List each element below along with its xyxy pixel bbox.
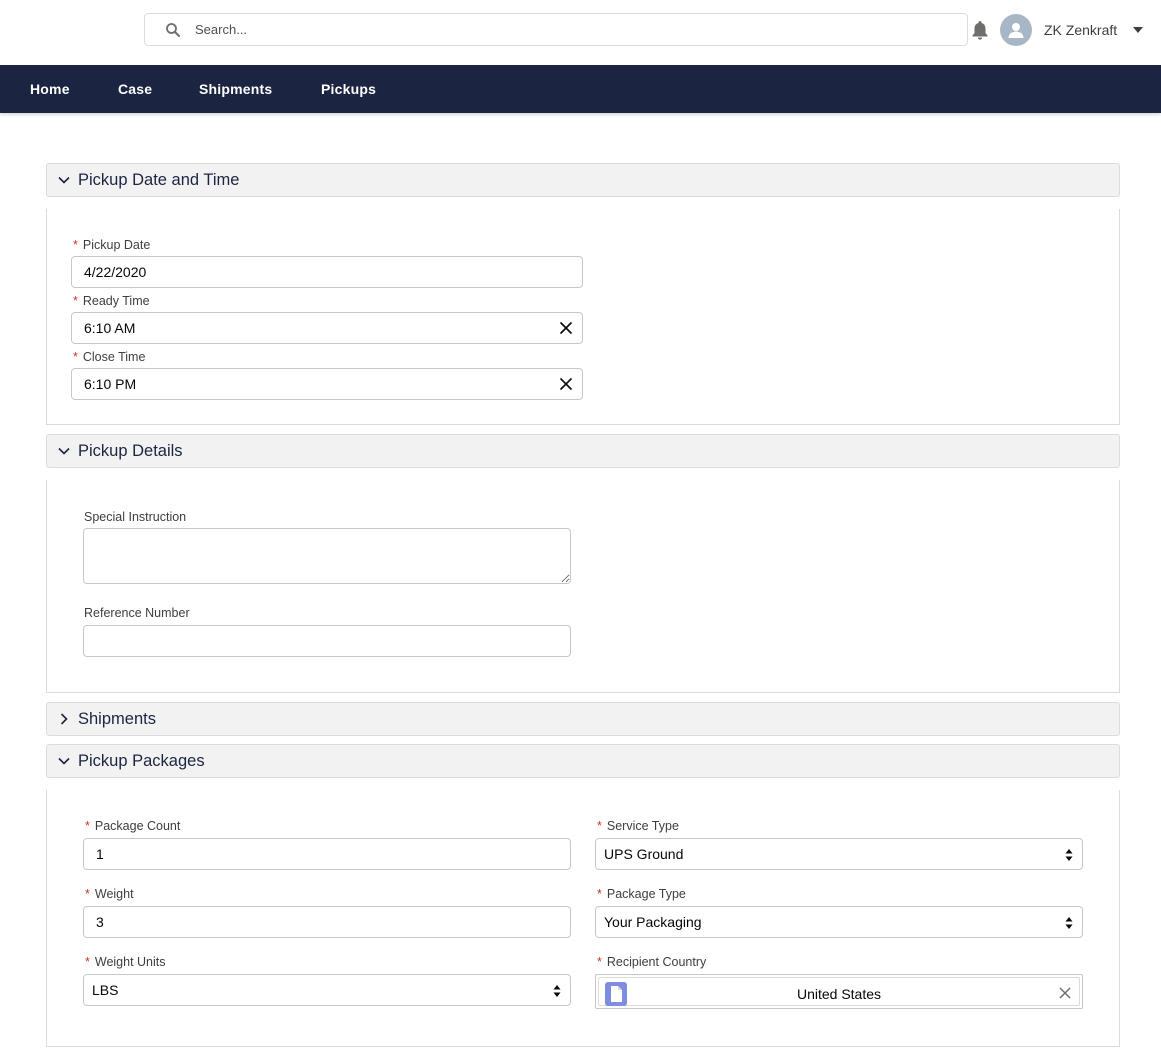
- nav-item-shipments[interactable]: Shipments: [199, 81, 272, 97]
- special-instruction-textarea[interactable]: [83, 528, 571, 584]
- required-marker: *: [85, 955, 90, 969]
- recipient-country-label: * Recipient Country: [597, 955, 706, 969]
- reference-number-input[interactable]: [83, 625, 571, 657]
- global-search-box[interactable]: [144, 13, 968, 46]
- section-header-pickup-packages[interactable]: Pickup Packages: [46, 744, 1120, 778]
- required-marker: *: [85, 819, 90, 833]
- section-body-pickup-date-time: * Pickup Date 4/22/2020 * Ready Time 6:10 …: [46, 209, 1120, 425]
- lookup-selected-pill[interactable]: United States: [598, 977, 1080, 1006]
- weight-units-value: LBS: [92, 982, 119, 998]
- package-count-input[interactable]: 1: [83, 838, 571, 870]
- required-marker: *: [597, 887, 602, 901]
- section-body-pickup-packages: * Package Count 1 * Weight 3 * Weight Units…: [46, 790, 1120, 1047]
- ready-time-label-text: Ready Time: [82, 294, 150, 308]
- package-count-label-text: Package Count: [94, 819, 181, 833]
- section-title: Pickup Packages: [78, 752, 205, 770]
- package-count-label: * Package Count: [85, 819, 180, 833]
- weight-label-text: Weight: [94, 887, 134, 901]
- close-time-input[interactable]: 6:10 PM: [71, 368, 583, 400]
- clear-ready-time-icon[interactable]: [559, 321, 573, 335]
- clear-close-time-icon[interactable]: [559, 377, 573, 391]
- package-count-value: 1: [96, 846, 104, 862]
- package-type-label: * Package Type: [597, 887, 686, 901]
- ready-time-value: 6:10 AM: [84, 320, 136, 336]
- chevron-down-icon: [58, 757, 70, 765]
- pickup-date-value: 4/22/2020: [84, 264, 147, 280]
- select-arrows-icon: [1065, 917, 1073, 929]
- required-marker: *: [597, 819, 602, 833]
- pickup-date-label-text: Pickup Date: [82, 238, 151, 252]
- weight-input[interactable]: 3: [83, 906, 571, 938]
- nav-item-case[interactable]: Case: [118, 81, 152, 97]
- pickup-date-label: * Pickup Date: [73, 238, 150, 252]
- notifications-bell-icon[interactable]: [969, 19, 991, 41]
- document-icon: [605, 982, 627, 1006]
- ready-time-label: * Ready Time: [73, 294, 150, 308]
- user-menu-chevron-down-icon[interactable]: [1133, 27, 1143, 33]
- user-name[interactable]: ZK Zenkraft: [1044, 22, 1117, 38]
- service-type-value: UPS Ground: [604, 846, 684, 862]
- section-header-pickup-date-time[interactable]: Pickup Date and Time: [46, 163, 1120, 197]
- special-instruction-label: Special Instruction: [84, 510, 187, 524]
- user-icon: [1008, 23, 1024, 38]
- nav-item-pickups[interactable]: Pickups: [321, 81, 376, 97]
- weight-label: * Weight: [85, 887, 134, 901]
- section-header-shipments[interactable]: Shipments: [46, 702, 1120, 736]
- remove-selection-close-icon[interactable]: [1059, 987, 1071, 999]
- chevron-down-icon: [58, 447, 70, 455]
- package-type-select[interactable]: Your Packaging: [595, 906, 1083, 938]
- ready-time-input[interactable]: 6:10 AM: [71, 312, 583, 344]
- recipient-country-value: United States: [796, 986, 882, 1002]
- nav-item-home[interactable]: Home: [30, 81, 70, 97]
- main-navigation-bar: Home Case Shipments Pickups: [0, 65, 1161, 113]
- weight-value: 3: [96, 914, 104, 930]
- service-type-label-text: Service Type: [606, 819, 679, 833]
- service-type-label: * Service Type: [597, 819, 679, 833]
- required-marker: *: [597, 955, 602, 969]
- select-arrows-icon: [1065, 849, 1073, 861]
- search-icon: [166, 23, 180, 37]
- close-time-value: 6:10 PM: [84, 376, 137, 392]
- global-header: ZK Zenkraft: [0, 0, 1161, 65]
- section-title: Pickup Date and Time: [78, 171, 240, 189]
- pickup-date-input[interactable]: 4/22/2020: [71, 256, 583, 288]
- user-avatar[interactable]: [1000, 14, 1032, 46]
- close-time-label: * Close Time: [73, 350, 145, 364]
- service-type-select[interactable]: UPS Ground: [595, 838, 1083, 870]
- weight-units-label: * Weight Units: [85, 955, 166, 969]
- recipient-country-label-text: Recipient Country: [606, 955, 707, 969]
- chevron-right-icon: [60, 713, 68, 725]
- required-marker: *: [73, 294, 78, 308]
- weight-units-label-text: Weight Units: [94, 955, 166, 969]
- package-type-value: Your Packaging: [604, 914, 702, 930]
- weight-units-select[interactable]: LBS: [83, 974, 571, 1006]
- package-type-label-text: Package Type: [606, 887, 686, 901]
- required-marker: *: [85, 887, 90, 901]
- section-header-pickup-details[interactable]: Pickup Details: [46, 434, 1120, 468]
- recipient-country-lookup[interactable]: United States: [595, 974, 1083, 1009]
- section-body-pickup-details: Special Instruction Reference Number: [46, 480, 1120, 693]
- reference-number-label: Reference Number: [84, 606, 190, 620]
- required-marker: *: [73, 350, 78, 364]
- search-input[interactable]: [195, 14, 955, 45]
- select-arrows-icon: [553, 985, 561, 997]
- chevron-down-icon: [58, 176, 70, 184]
- close-time-label-text: Close Time: [82, 350, 146, 364]
- required-marker: *: [73, 238, 78, 252]
- section-title: Shipments: [78, 710, 156, 728]
- section-title: Pickup Details: [78, 442, 183, 460]
